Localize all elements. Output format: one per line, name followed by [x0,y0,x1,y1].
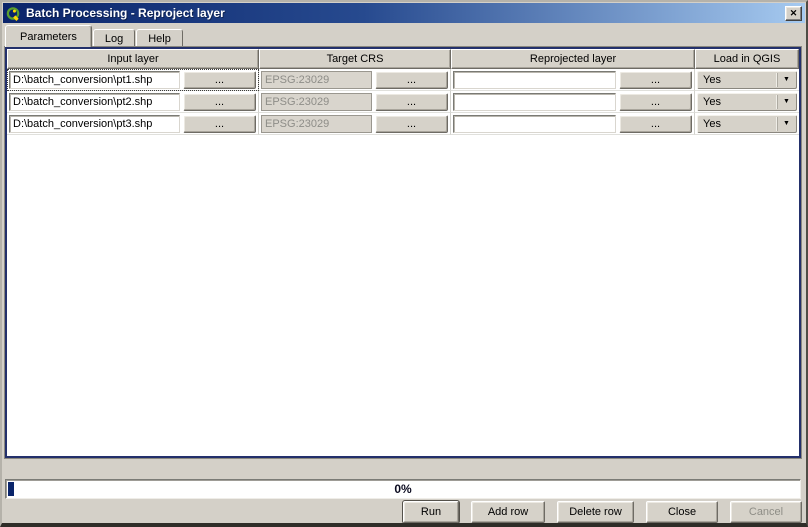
cell-reprojected-layer: ... [451,113,695,135]
dialog-window: Batch Processing - Reproject layer ✕ Par… [0,0,808,527]
column-header-load-in-qgis[interactable]: Load in QGIS [695,49,799,69]
target-crs-field [261,71,372,89]
browse-crs-button[interactable]: ... [375,115,448,133]
cell-target-crs: ... [259,91,451,113]
table-header-row: Input layer Target CRS Reprojected layer… [7,49,799,69]
browse-output-button[interactable]: ... [619,93,692,111]
tab-parameters[interactable]: Parameters [5,25,92,47]
table-empty-area [7,135,799,456]
table-row: ... ... ... Yes ▼ [7,91,799,113]
qgis-app-icon [6,6,21,21]
cell-target-crs: ... [259,113,451,135]
target-crs-field [261,115,372,133]
column-header-reprojected-layer[interactable]: Reprojected layer [451,49,695,69]
column-header-target-crs[interactable]: Target CRS [259,49,451,69]
cell-load-in-qgis: Yes ▼ [695,69,799,91]
column-header-label: Input layer [107,53,158,65]
browse-input-button[interactable]: ... [183,71,256,89]
delete-row-button[interactable]: Delete row [557,501,634,523]
chevron-down-icon: ▼ [777,117,795,131]
tab-log-label: Log [105,33,123,45]
cell-input-layer: ... [7,113,259,135]
table-row: ... ... ... Yes ▼ [7,69,799,91]
browse-crs-button[interactable]: ... [375,93,448,111]
close-dialog-button[interactable]: Close [646,501,718,523]
chevron-down-icon: ▼ [777,95,795,109]
load-in-qgis-dropdown[interactable]: Yes ▼ [697,71,797,89]
column-header-label: Target CRS [327,53,384,65]
column-header-input-layer[interactable]: Input layer [7,49,259,69]
cell-reprojected-layer: ... [451,69,695,91]
tab-help-label: Help [148,33,171,45]
tab-bar: Parameters Log Help [5,25,184,47]
reprojected-layer-field[interactable] [453,71,616,89]
input-layer-field[interactable] [9,71,180,89]
input-layer-field[interactable] [9,115,180,133]
close-icon: ✕ [790,9,798,18]
batch-table: Input layer Target CRS Reprojected layer… [5,47,801,458]
browse-output-button[interactable]: ... [619,115,692,133]
dialog-button-row: Run Add row Delete row Close Cancel [5,501,802,523]
dropdown-value: Yes [703,118,777,130]
column-header-label: Reprojected layer [530,53,616,65]
tab-log[interactable]: Log [93,29,135,47]
tab-parameters-label: Parameters [20,31,77,43]
reprojected-layer-field[interactable] [453,93,616,111]
close-button[interactable]: ✕ [785,6,802,21]
browse-input-button[interactable]: ... [183,93,256,111]
add-row-button[interactable]: Add row [471,501,545,523]
title-bar: Batch Processing - Reproject layer ✕ [3,3,805,23]
cell-input-layer: ... [7,91,259,113]
browse-output-button[interactable]: ... [619,71,692,89]
load-in-qgis-dropdown[interactable]: Yes ▼ [697,115,797,133]
browse-crs-button[interactable]: ... [375,71,448,89]
browse-input-button[interactable]: ... [183,115,256,133]
dropdown-value: Yes [703,96,777,108]
reprojected-layer-field[interactable] [453,115,616,133]
cell-input-layer: ... [7,69,259,91]
window-title: Batch Processing - Reproject layer [26,6,225,20]
cell-load-in-qgis: Yes ▼ [695,113,799,135]
table-row: ... ... ... Yes ▼ [7,113,799,135]
progress-label: 0% [6,480,800,498]
column-header-label: Load in QGIS [714,53,781,65]
input-layer-field[interactable] [9,93,180,111]
run-button[interactable]: Run [403,501,459,523]
cancel-button: Cancel [730,501,802,523]
load-in-qgis-dropdown[interactable]: Yes ▼ [697,93,797,111]
cell-reprojected-layer: ... [451,91,695,113]
cell-target-crs: ... [259,69,451,91]
dropdown-value: Yes [703,74,777,86]
target-crs-field [261,93,372,111]
chevron-down-icon: ▼ [777,73,795,87]
progress-bar: 0% [5,479,801,499]
tab-help[interactable]: Help [136,29,183,47]
cell-load-in-qgis: Yes ▼ [695,91,799,113]
